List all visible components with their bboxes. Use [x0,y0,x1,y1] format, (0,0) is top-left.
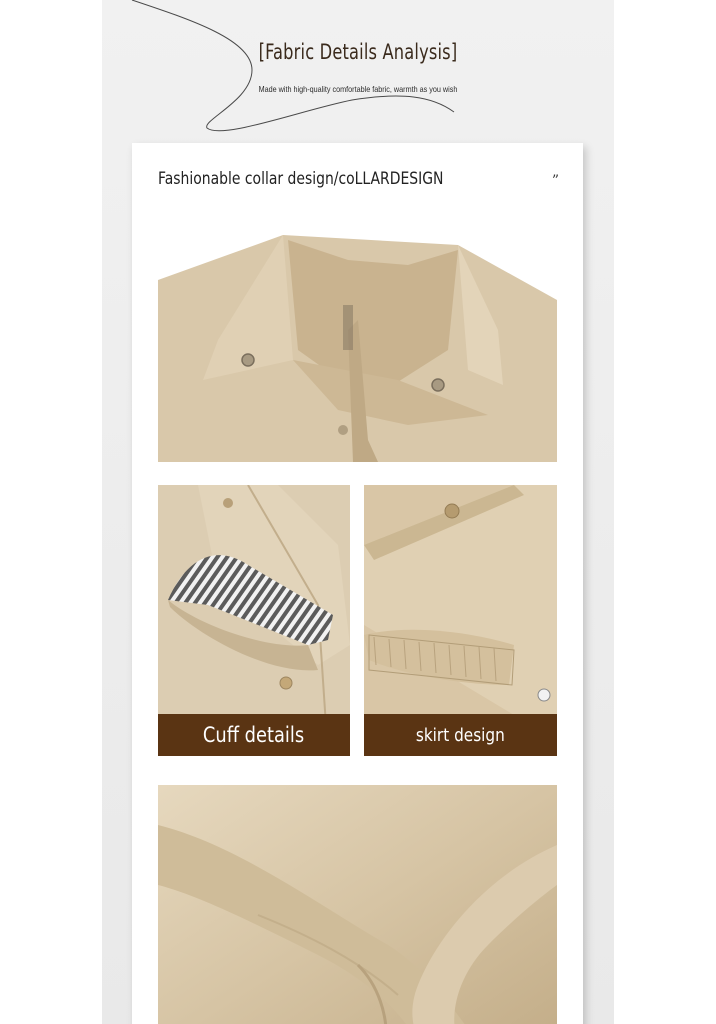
details-card: Fashionable collar design/coLLARDESIGN ” [132,143,583,1024]
cuff-photo: Cuff details [158,485,350,756]
page-canvas: [Fabric Details Analysis] Made with high… [102,0,614,1024]
fabric-photo [158,785,557,1024]
cuff-caption-bar: Cuff details [158,714,350,756]
skirt-photo: skirt design [364,485,557,756]
quote-mark: ” [551,173,559,189]
skirt-caption-bar: skirt design [364,714,557,756]
page-subtitle: Made with high-quality comfortable fabri… [258,84,458,94]
collar-photo [158,210,557,462]
cuff-caption: Cuff details [203,723,305,747]
decorative-curve [131,0,455,132]
page-title: [Fabric Details Analysis] [258,40,458,64]
section-title: Fashionable collar design/coLLARDESIGN [158,169,444,189]
skirt-caption: skirt design [415,724,505,746]
